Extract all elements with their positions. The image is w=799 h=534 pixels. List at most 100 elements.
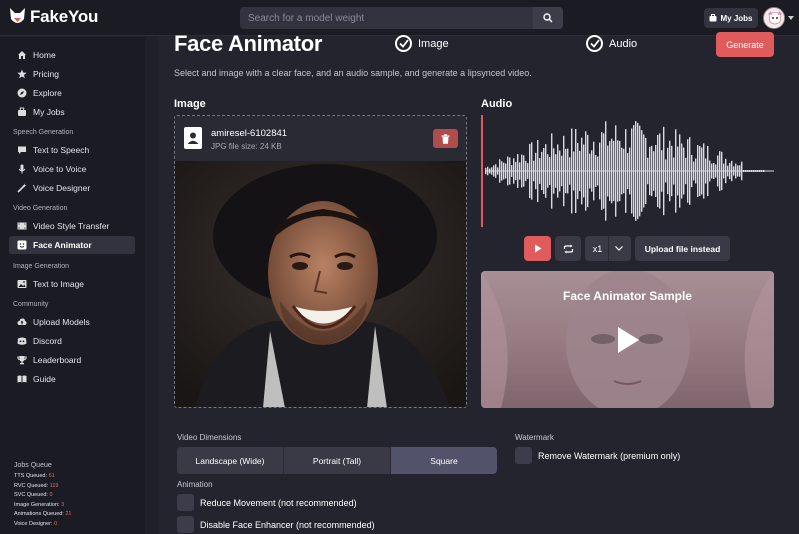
uploaded-face-photo: [175, 161, 466, 407]
microphone-icon: [18, 164, 26, 174]
reduce-movement-option[interactable]: Reduce Movement (not recommended): [177, 494, 357, 511]
book-icon: [17, 375, 27, 383]
loop-button[interactable]: [555, 236, 581, 261]
step-audio[interactable]: Audio: [586, 35, 637, 52]
message-icon: [18, 146, 26, 154]
image-dropzone[interactable]: amiresel-6102841 JPG file size: 24 KB: [174, 115, 467, 408]
audio-heading: Audio: [481, 98, 513, 110]
speed-value: x1: [592, 243, 603, 254]
step-image-label: Image: [418, 37, 449, 50]
sidebar-item-video-style-transfer[interactable]: Video Style Transfer: [9, 217, 135, 235]
disable-enhancer-label: Disable Face Enhancer (not recommended): [200, 519, 375, 530]
sidebar-item-guide[interactable]: Guide: [9, 370, 135, 388]
file-size: JPG file size: 24 KB: [211, 142, 282, 151]
play-icon: [534, 244, 541, 253]
jq-row: RVC Queued: 119: [14, 482, 59, 489]
trophy-icon: [17, 356, 27, 365]
remove-watermark-label: Remove Watermark (premium only): [538, 450, 681, 461]
section-community: Community: [13, 301, 49, 308]
file-info-bar: amiresel-6102841 JPG file size: 24 KB: [175, 116, 466, 161]
sidebar-item-my-jobs[interactable]: My Jobs: [9, 103, 135, 121]
avatar-image-icon: [764, 8, 784, 28]
reduce-movement-label: Reduce Movement (not recommended): [200, 497, 357, 508]
wand-icon: [17, 183, 27, 193]
waveform-bars: [485, 121, 774, 221]
jq-row: Image Generation: 3: [14, 501, 65, 508]
reduce-movement-checkbox[interactable]: [177, 494, 194, 511]
cloud-upload-icon: [17, 318, 27, 325]
page-subtitle: Select and image with a clear face, and …: [174, 68, 532, 78]
jq-row: SVC Queued: 0: [14, 492, 53, 498]
search-button[interactable]: [533, 7, 563, 29]
content-gutter: [145, 37, 159, 534]
playhead-marker: [481, 115, 483, 227]
step-image[interactable]: Image: [395, 35, 449, 52]
page-title: Face Animator: [174, 31, 323, 56]
my-jobs-button[interactable]: My Jobs: [704, 8, 758, 28]
sidebar-item-home[interactable]: Home: [9, 46, 135, 64]
brand-logo[interactable]: FakeYou: [9, 7, 98, 27]
avatar[interactable]: [763, 7, 785, 29]
jobs-queue-title: Jobs Queue: [14, 462, 52, 469]
play-icon[interactable]: [616, 326, 640, 354]
dimensions-label: Video Dimensions: [177, 433, 242, 442]
audio-waveform[interactable]: [481, 115, 774, 227]
speed-select[interactable]: x1: [585, 236, 631, 261]
disable-enhancer-checkbox[interactable]: [177, 516, 194, 533]
face-icon: [17, 240, 27, 250]
star-icon: [17, 69, 27, 79]
sidebar-item-pricing[interactable]: Pricing: [9, 65, 135, 83]
sample-video[interactable]: Face Animator Sample: [481, 271, 774, 408]
compass-icon: [17, 88, 27, 98]
upload-file-button[interactable]: Upload file instead: [635, 236, 730, 261]
fox-logo-icon: [10, 8, 25, 23]
section-speech: Speech Generation: [13, 129, 74, 136]
dimension-selector: Landscape (Wide) Portrait (Tall) Square: [177, 447, 497, 474]
disable-enhancer-option[interactable]: Disable Face Enhancer (not recommended): [177, 516, 375, 533]
jobs-queue: Jobs Queue TTS Queued: 61 RVC Queued: 11…: [14, 462, 72, 529]
animation-label: Animation: [177, 480, 213, 489]
search-icon: [543, 13, 553, 23]
file-name: amiresel-6102841: [211, 128, 288, 139]
search-bar: [240, 7, 563, 29]
image-icon: [17, 280, 27, 288]
image-heading: Image: [174, 98, 206, 110]
sidebar-item-text-to-speech[interactable]: Text to Speech: [9, 141, 135, 159]
sidebar-item-upload-models[interactable]: Upload Models: [9, 313, 135, 331]
brand-name: FakeYou: [30, 7, 99, 26]
dimension-portrait[interactable]: Portrait (Tall): [284, 447, 391, 474]
top-bar: FakeYou My Jobs: [0, 0, 799, 36]
generate-button[interactable]: Generate: [716, 32, 774, 57]
sidebar-item-text-to-image[interactable]: Text to Image: [9, 275, 135, 293]
my-jobs-label: My Jobs: [720, 13, 753, 23]
remove-watermark-option[interactable]: Remove Watermark (premium only): [515, 447, 680, 464]
jq-row: Animations Queued: 21: [14, 511, 72, 517]
check-icon: [586, 35, 603, 52]
waveform-baseline: [485, 170, 774, 172]
step-audio-label: Audio: [609, 37, 638, 50]
sidebar-item-voice-designer[interactable]: Voice Designer: [9, 179, 135, 197]
play-button[interactable]: [524, 236, 551, 261]
sample-title: Face Animator Sample: [563, 289, 692, 303]
home-icon: [18, 51, 26, 59]
section-image: Image Generation: [13, 263, 70, 270]
remove-watermark-checkbox[interactable]: [515, 447, 532, 464]
jobs-icon: [18, 107, 26, 116]
sidebar-item-face-animator[interactable]: Face Animator: [9, 236, 135, 254]
sidebar-item-discord[interactable]: Discord: [9, 332, 135, 350]
dimension-square[interactable]: Square: [391, 447, 497, 474]
search-input[interactable]: [240, 7, 533, 29]
dimension-landscape[interactable]: Landscape (Wide): [177, 447, 284, 474]
repeat-icon: [563, 244, 573, 253]
sidebar-item-leaderboard[interactable]: Leaderboard: [9, 351, 135, 369]
chevron-down-icon: [615, 246, 624, 251]
sidebar-item-voice-to-voice[interactable]: Voice to Voice: [9, 160, 135, 178]
discord-icon: [17, 337, 27, 345]
jobs-icon: [709, 14, 717, 22]
jq-row: Voice Designer: 0: [14, 520, 58, 527]
watermark-label: Watermark: [515, 433, 554, 442]
delete-file-button[interactable]: [433, 129, 458, 148]
sidebar-item-explore[interactable]: Explore: [9, 84, 135, 102]
jq-row: TTS Queued: 61: [14, 473, 55, 479]
chevron-down-icon[interactable]: [788, 16, 794, 20]
